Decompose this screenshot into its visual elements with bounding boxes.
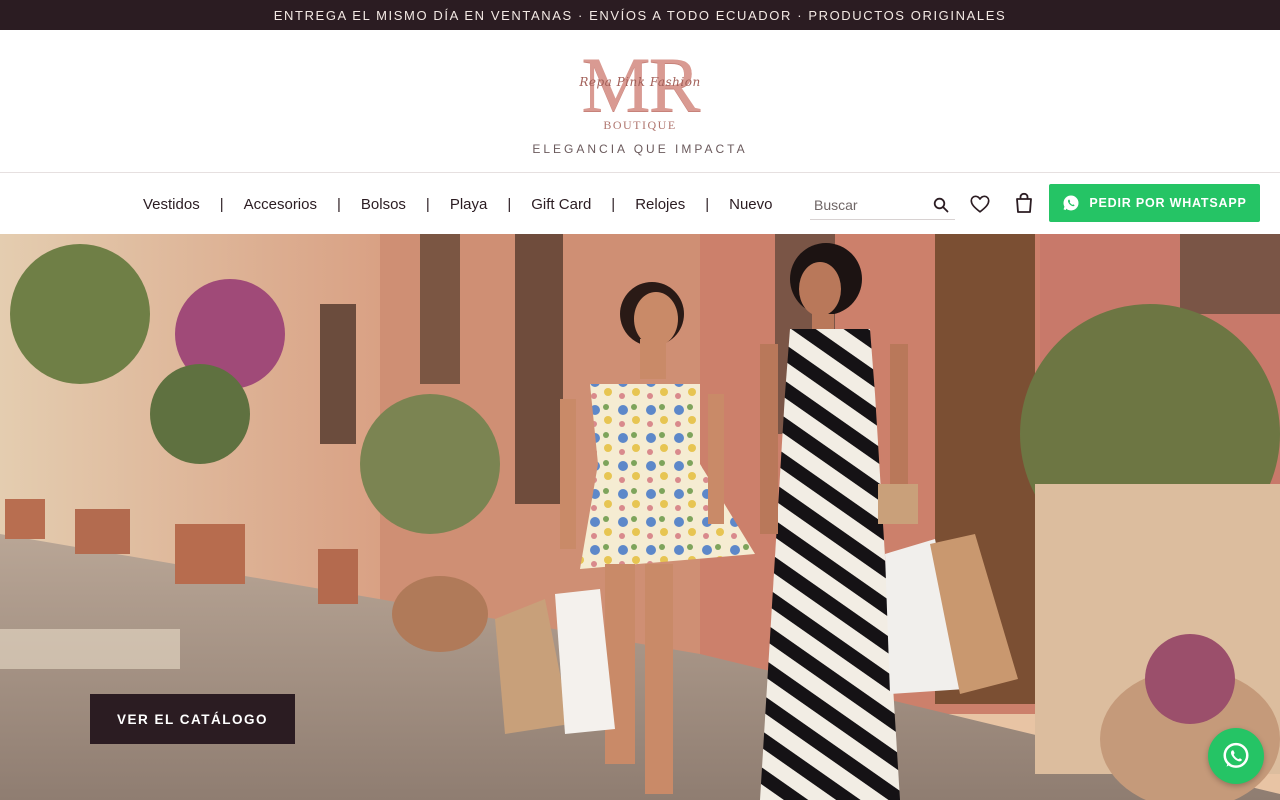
nav-item-bolsos[interactable]: Bolsos [350, 196, 417, 213]
nav-item-accesorios[interactable]: Accesorios [233, 196, 328, 213]
nav-separator: | [507, 195, 512, 213]
nav-item-gift-card[interactable]: Gift Card [520, 196, 602, 213]
whatsapp-icon [1063, 195, 1079, 211]
search-input[interactable] [810, 196, 928, 213]
nav-item-relojes[interactable]: Relojes [624, 196, 696, 213]
nav-separator: | [611, 195, 616, 213]
whatsapp-floating-button[interactable] [1208, 728, 1264, 784]
nav-separator: | [705, 195, 710, 213]
nav-item-playa[interactable]: Playa [439, 196, 499, 213]
whatsapp-icon [1223, 742, 1249, 768]
whatsapp-button-label: PEDIR POR WHATSAPP [1089, 196, 1247, 210]
search-icon[interactable] [933, 197, 949, 213]
announcement-text: ENTREGA EL MISMO DÍA EN VENTANAS · ENVÍO… [273, 7, 1007, 23]
nav-links: Vestidos | Accesorios | Bolsos | Playa |… [132, 174, 783, 234]
heart-icon[interactable] [969, 193, 991, 215]
main-nav: Vestidos | Accesorios | Bolsos | Playa |… [0, 174, 1280, 234]
search-box [810, 190, 955, 220]
nav-item-vestidos[interactable]: Vestidos [132, 196, 211, 213]
announcement-bar: ENTREGA EL MISMO DÍA EN VENTANAS · ENVÍO… [0, 0, 1280, 30]
logo-script: Repa Pink Fashion [579, 75, 701, 89]
view-catalog-button[interactable]: VER EL CATÁLOGO [90, 694, 295, 744]
brand-logo[interactable]: MR Repa Pink Fashion BOUTIQUE [560, 46, 720, 146]
shopping-bag-icon[interactable] [1014, 192, 1034, 214]
tagline: ELEGANCIA QUE IMPACTA [532, 142, 748, 156]
nav-item-nuevo[interactable]: Nuevo [718, 196, 783, 213]
logo-boutique: BOUTIQUE [603, 118, 677, 132]
whatsapp-order-button[interactable]: PEDIR POR WHATSAPP [1049, 184, 1260, 222]
nav-separator: | [219, 195, 224, 213]
hero-banner: VER EL CATÁLOGO [0, 234, 1280, 800]
nav-separator: | [425, 195, 430, 213]
nav-separator: | [336, 195, 341, 213]
logo-header: MR Repa Pink Fashion BOUTIQUE ELEGANCIA … [0, 30, 1280, 173]
